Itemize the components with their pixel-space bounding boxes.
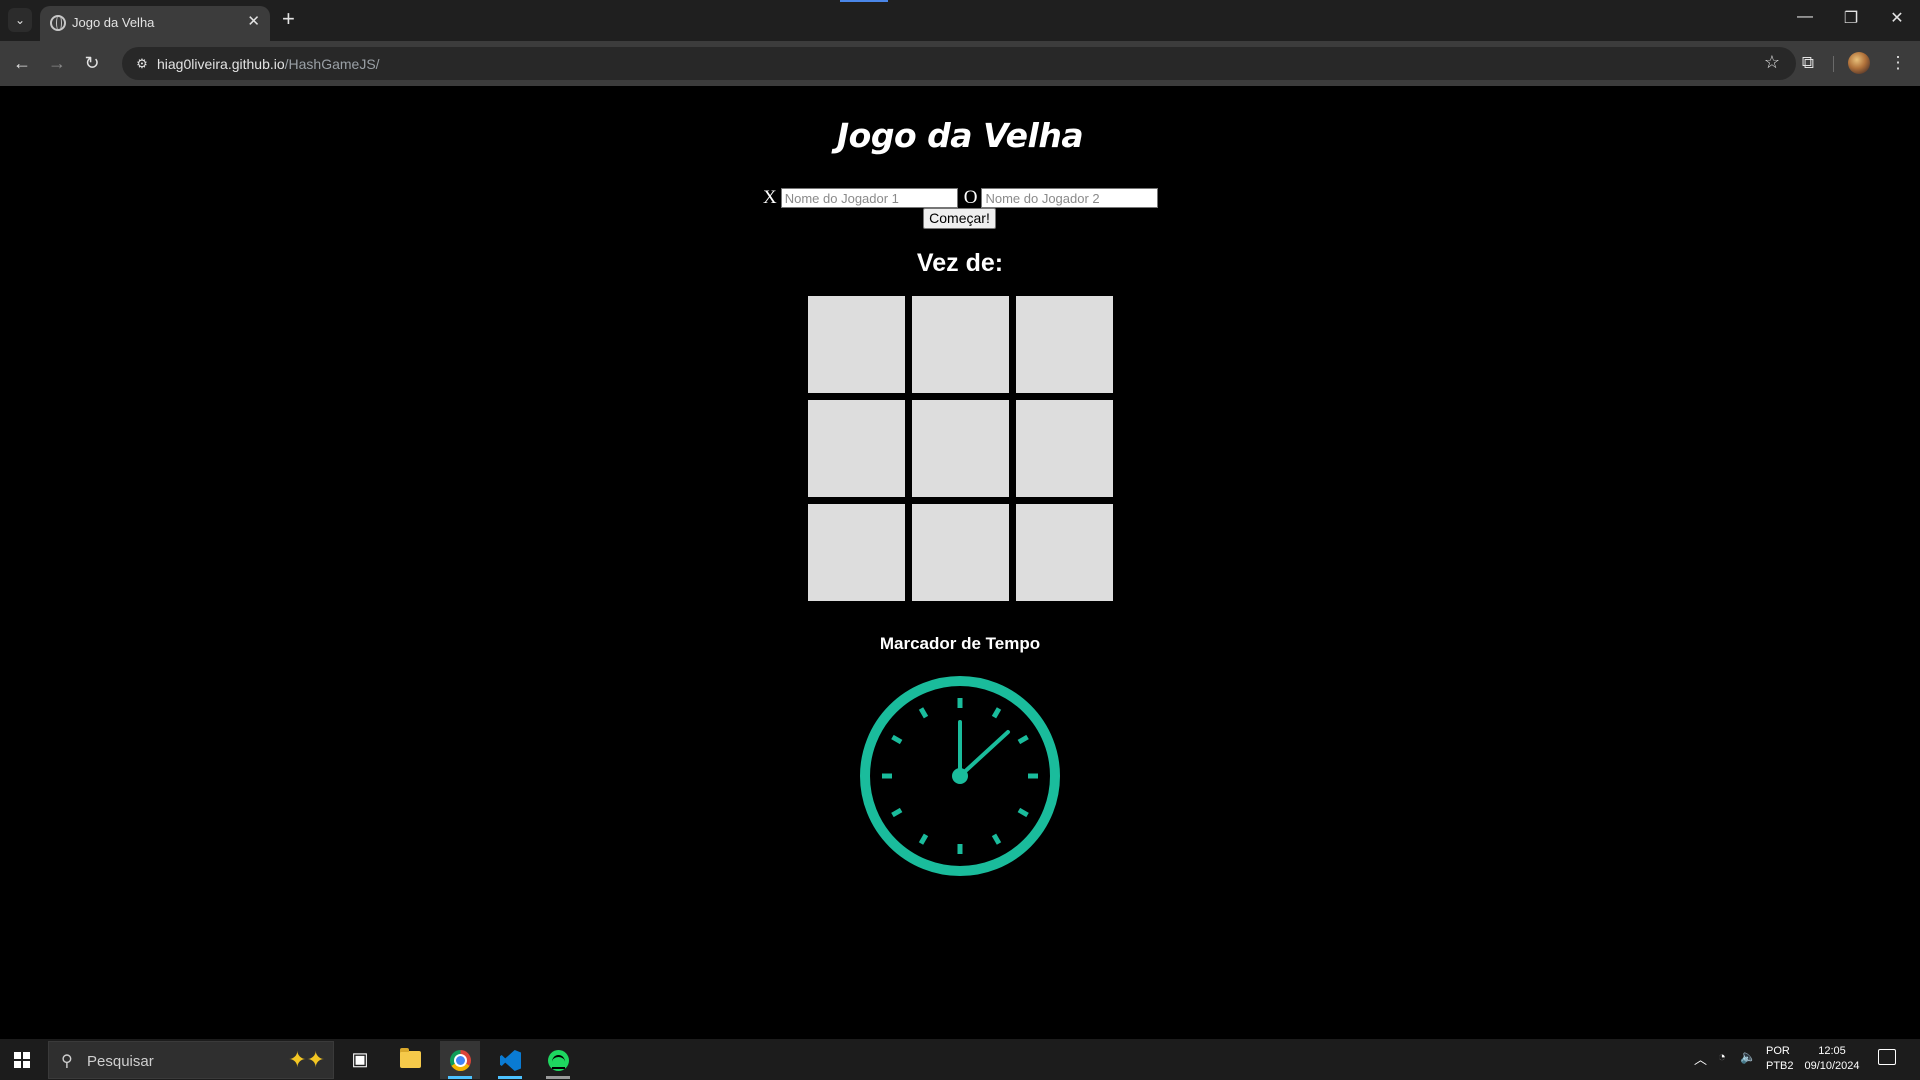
timer-label: Marcador de Tempo [879, 634, 1041, 653]
chrome-icon[interactable] [440, 1041, 480, 1079]
clock-tick [918, 833, 929, 845]
board-cell[interactable] [912, 400, 1009, 497]
os-taskbar: ⚲ Pesquisar ✦✦ ▣ ︿ ◔ 🔈 POR PTB2 12:05 09… [0, 1039, 1920, 1080]
plus-icon[interactable]: + [282, 6, 295, 32]
copilot-sparkle-icon: ✦✦ [288, 1047, 325, 1072]
taskbar-search[interactable]: ⚲ Pesquisar ✦✦ [48, 1041, 334, 1079]
spotify-icon[interactable] [538, 1041, 578, 1079]
menu-icon[interactable]: ⋮ [1886, 51, 1910, 75]
browser-tab[interactable]: Jogo da Velha ✕ [40, 6, 270, 41]
forward-icon[interactable]: → [45, 51, 69, 75]
board-cell[interactable] [912, 504, 1009, 601]
task-view-icon[interactable]: ▣ [340, 1041, 380, 1079]
url-text[interactable]: hiag0liveira.github.io/HashGameJS/ [157, 56, 380, 72]
page-viewport: Jogo da Velha X O Começar! Vez de: Marca… [0, 86, 1920, 1039]
volume-icon[interactable]: 🔈 [1740, 1049, 1756, 1065]
clock-tick [991, 707, 1002, 719]
vscode-icon[interactable] [490, 1041, 530, 1079]
clock-tick [1017, 734, 1029, 745]
tab-title: Jogo da Velha [72, 15, 155, 30]
extensions-icon[interactable]: ⧉ [1796, 51, 1820, 75]
minimize-icon[interactable]: — [1790, 8, 1820, 26]
clock-icon [860, 676, 1060, 876]
start-button[interactable]: Começar! [923, 208, 996, 229]
file-explorer-icon[interactable] [390, 1041, 430, 1079]
browser-toolbar: ← → ↻ ⚙ hiag0liveira.github.io/HashGameJ… [0, 41, 1920, 86]
player-x-symbol: X [763, 187, 777, 208]
board-cell[interactable] [912, 296, 1009, 393]
window-close-icon[interactable]: ✕ [1882, 8, 1912, 28]
star-icon[interactable]: ☆ [1764, 52, 1780, 73]
toolbar-divider [1833, 56, 1834, 72]
player1-name-input[interactable] [780, 188, 958, 208]
windows-icon[interactable] [14, 1052, 30, 1068]
board-cell[interactable] [1016, 504, 1113, 601]
board-cell[interactable] [808, 504, 905, 601]
close-icon[interactable]: ✕ [247, 14, 260, 30]
board-cell[interactable] [808, 400, 905, 497]
clock-tick [891, 734, 903, 745]
search-icon: ⚲ [61, 1053, 73, 1070]
clock-tick [1017, 807, 1029, 818]
globe-icon [50, 15, 66, 31]
language-indicator[interactable]: POR PTB2 [1766, 1044, 1794, 1074]
clock-tick [891, 807, 903, 818]
clock-hour-hand [958, 730, 1010, 778]
game-title: Jogo da Velha [836, 116, 1084, 155]
clock-tick [991, 833, 1002, 845]
player-o-symbol: O [963, 187, 978, 208]
back-icon[interactable]: ← [10, 51, 34, 75]
profile-avatar[interactable] [1848, 52, 1870, 74]
chevron-up-icon[interactable]: ︿ [1694, 1049, 1707, 1068]
game-board [808, 296, 1113, 601]
player-names-row: X O [763, 187, 1159, 209]
address-bar[interactable]: ⚙ hiag0liveira.github.io/HashGameJS/ ☆ [122, 47, 1796, 80]
system-time: 12:05 [1818, 1045, 1846, 1057]
turn-label: Vez de: [916, 249, 1004, 277]
network-icon[interactable]: ◔ [1718, 1049, 1726, 1064]
restore-icon[interactable]: ❐ [1836, 8, 1866, 28]
notification-icon[interactable] [1878, 1049, 1896, 1065]
clock-tick [918, 707, 929, 719]
clock-center [952, 768, 968, 784]
url-path: /HashGameJS/ [284, 56, 380, 72]
loading-indicator [840, 0, 888, 2]
taskbar-search-text: Pesquisar [87, 1053, 154, 1070]
site-info-icon[interactable]: ⚙ [133, 55, 151, 73]
url-host: hiag0liveira.github.io [157, 56, 285, 72]
player2-name-input[interactable] [981, 188, 1159, 208]
system-date: 09/10/2024 [1804, 1060, 1860, 1072]
board-cell[interactable] [1016, 296, 1113, 393]
system-clock[interactable]: 12:05 09/10/2024 [1800, 1044, 1864, 1074]
browser-tab-bar: ⌄ Jogo da Velha ✕ + — ❐ ✕ [0, 0, 1920, 41]
board-cell[interactable] [808, 296, 905, 393]
tab-list-icon[interactable]: ⌄ [8, 8, 32, 32]
lang-bottom: PTB2 [1766, 1060, 1794, 1072]
board-cell[interactable] [1016, 400, 1113, 497]
lang-top: POR [1766, 1045, 1790, 1057]
reload-icon[interactable]: ↻ [80, 51, 104, 75]
